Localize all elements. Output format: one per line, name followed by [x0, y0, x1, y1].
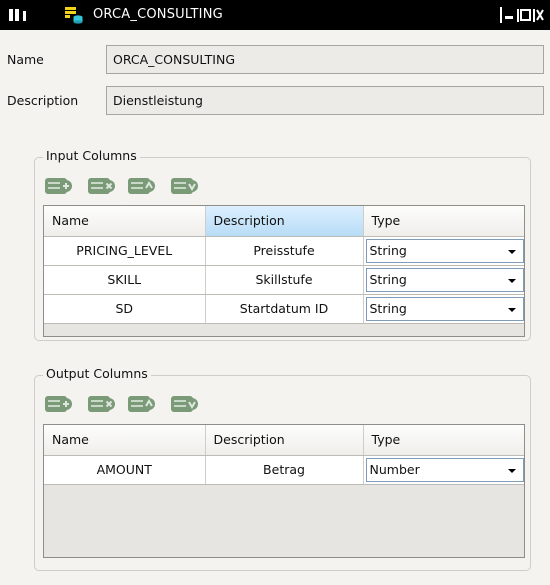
delete-column-icon — [88, 178, 115, 194]
output-add-column-button[interactable] — [44, 394, 74, 414]
output-header-type[interactable]: Type — [363, 425, 524, 456]
type-value: String — [369, 242, 407, 258]
output-columns-table: Name Description Type AMOUNT Betrag Numb… — [43, 424, 525, 558]
column-description-cell[interactable]: Skillstufe — [205, 265, 364, 295]
type-dropdown[interactable]: Number — [365, 457, 524, 482]
column-name-cell[interactable]: AMOUNT — [44, 455, 206, 485]
type-value: String — [369, 300, 407, 316]
description-label: Description — [7, 93, 79, 108]
column-name-cell[interactable]: SD — [44, 294, 206, 324]
column-description-cell[interactable]: Startdatum ID — [205, 294, 364, 324]
description-field[interactable]: Dienstleistung — [106, 86, 544, 115]
minimize-icon — [505, 16, 513, 19]
name-label: Name — [7, 52, 44, 67]
type-dropdown[interactable]: String — [365, 238, 524, 263]
window-controls — [500, 7, 544, 23]
delete-column-icon — [88, 396, 115, 412]
type-value: Number — [369, 461, 420, 477]
input-columns-table: Name Description Type PRICING_LEVEL Prei… — [43, 205, 525, 337]
input-move-down-button[interactable] — [170, 176, 200, 196]
name-field[interactable]: ORCA_CONSULTING — [106, 45, 544, 74]
window-title: ORCA_CONSULTING — [93, 7, 223, 22]
table-row[interactable]: SD Startdatum ID String — [44, 294, 524, 324]
move-up-icon — [128, 178, 155, 194]
close-icon — [536, 9, 544, 21]
type-dropdown[interactable]: String — [365, 267, 524, 292]
output-delete-column-button[interactable] — [87, 394, 117, 414]
move-down-icon — [171, 178, 198, 194]
input-move-up-button[interactable] — [127, 176, 157, 196]
app-logo-icon — [9, 9, 26, 21]
maximize-icon — [520, 9, 531, 21]
table-row[interactable]: PRICING_LEVEL Preisstufe String — [44, 236, 524, 266]
input-add-column-button[interactable] — [44, 176, 74, 196]
add-column-icon — [45, 178, 72, 194]
table-row[interactable]: SKILL Skillstufe String — [44, 265, 524, 295]
output-move-up-button[interactable] — [127, 394, 157, 414]
column-description-cell[interactable]: Preisstufe — [205, 236, 364, 266]
input-columns-title: Input Columns — [43, 148, 140, 163]
column-name-cell[interactable]: SKILL — [44, 265, 206, 295]
database-table-icon — [65, 7, 83, 24]
type-dropdown[interactable]: String — [365, 296, 524, 321]
input-header-description[interactable]: Description — [205, 206, 364, 237]
type-value: String — [369, 271, 407, 287]
input-header-type[interactable]: Type — [363, 206, 524, 237]
input-header-name[interactable]: Name — [44, 206, 206, 237]
column-name-cell[interactable]: PRICING_LEVEL — [44, 236, 206, 266]
output-columns-title: Output Columns — [43, 366, 151, 381]
dropdown-arrow-icon[interactable] — [503, 242, 521, 260]
dropdown-arrow-icon[interactable] — [503, 300, 521, 318]
move-down-icon — [171, 396, 198, 412]
input-delete-column-button[interactable] — [87, 176, 117, 196]
output-header-description[interactable]: Description — [205, 425, 364, 456]
output-move-down-button[interactable] — [170, 394, 200, 414]
dropdown-arrow-icon[interactable] — [503, 461, 521, 479]
output-header-name[interactable]: Name — [44, 425, 206, 456]
move-up-icon — [128, 396, 155, 412]
title-bar: ORCA_CONSULTING — [0, 0, 550, 30]
column-description-cell[interactable]: Betrag — [205, 455, 364, 485]
table-row[interactable]: AMOUNT Betrag Number — [44, 455, 524, 485]
dropdown-arrow-icon[interactable] — [503, 271, 521, 289]
add-column-icon — [45, 396, 72, 412]
